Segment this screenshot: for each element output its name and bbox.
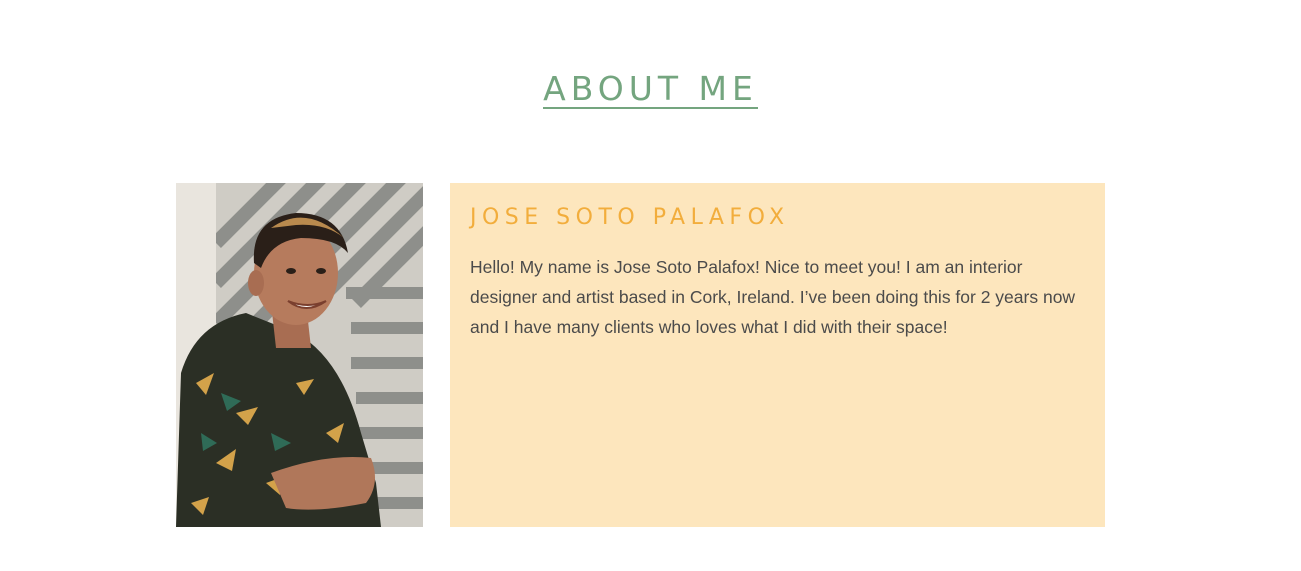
profile-name: JOSE SOTO PALAFOX xyxy=(470,205,790,230)
profile-photo xyxy=(176,183,423,527)
profile-card: JOSE SOTO PALAFOX Hello! My name is Jose… xyxy=(450,183,1105,527)
about-me-heading: ABOUT ME xyxy=(0,70,1301,109)
profile-photo-image xyxy=(176,183,423,527)
about-me-heading-text: ABOUT ME xyxy=(543,69,758,109)
profile-bio: Hello! My name is Jose Soto Palafox! Nic… xyxy=(470,257,1076,337)
